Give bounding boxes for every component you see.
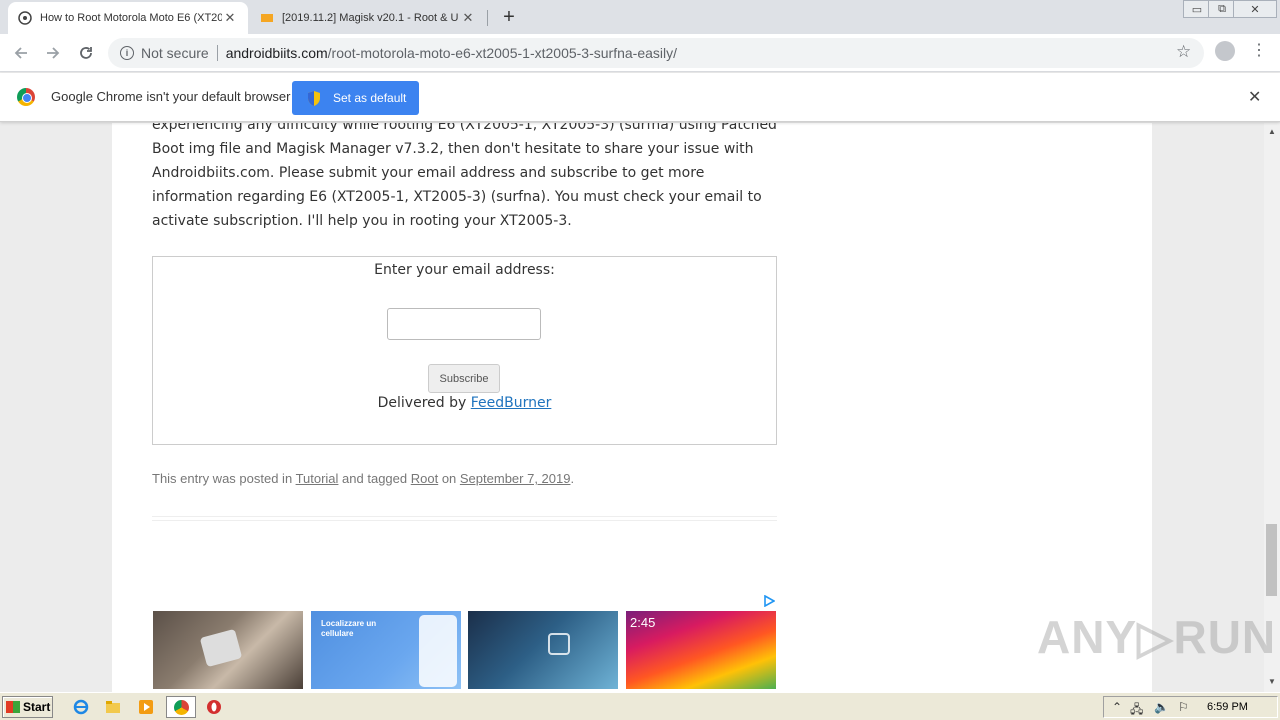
delivered-by-text: Delivered by [377, 395, 471, 411]
email-input[interactable] [387, 308, 541, 340]
address-separator [216, 45, 218, 61]
infobar-close-icon[interactable]: ✕ [1248, 87, 1261, 107]
anyrun-watermark: ANY▷RUN [1037, 611, 1277, 663]
forward-button[interactable] [42, 42, 64, 64]
security-status: Not secure [141, 45, 209, 61]
volume-icon[interactable]: 🔈 [1154, 700, 1169, 714]
delivered-by: Delivered by FeedBurner [153, 395, 776, 411]
xda-favicon-icon [261, 14, 273, 22]
article-paragraph: experiencing any difficulty while rootin… [152, 123, 777, 229]
email-subscribe-form: Enter your email address: Subscribe Deli… [152, 256, 777, 445]
tab-close-icon[interactable]: ✕ [222, 10, 238, 26]
restore-button[interactable]: ⧉ [1208, 0, 1236, 18]
tab-title: How to Root Motorola Moto E6 (XT20 [40, 12, 222, 24]
set-default-button[interactable]: Set as default [292, 81, 419, 115]
url-path: /root-motorola-moto-e6-xt2005-1-xt2005-3… [327, 45, 678, 61]
subscribe-button[interactable]: Subscribe [428, 364, 500, 393]
tab-title: [2019.11.2] Magisk v20.1 - Root & U [282, 12, 459, 24]
scrollbar-thumb[interactable] [1266, 524, 1277, 596]
meta-on: on [438, 471, 460, 486]
chrome-logo-icon [17, 88, 35, 106]
scroll-up-arrow-icon[interactable]: ▲ [1268, 127, 1276, 136]
divider [152, 520, 777, 521]
new-tab-button[interactable]: + [498, 6, 520, 29]
meta-prefix: This entry was posted in [152, 471, 296, 486]
meta-tagged: and tagged [338, 471, 411, 486]
taskbar-clock[interactable]: 6:59 PM [1207, 701, 1248, 713]
windows-taskbar: Start ⌃ 🖧 🔈 ⚐ 6:59 PM [0, 692, 1280, 720]
folder-icon[interactable] [105, 699, 121, 715]
tab-root-motorola[interactable]: How to Root Motorola Moto E6 (XT20 ✕ [8, 2, 248, 34]
meta-end: . [570, 471, 575, 486]
entry-meta: This entry was posted in Tutorial and ta… [152, 471, 574, 486]
page-scrollbar[interactable]: ▲ ▼ [1264, 123, 1280, 692]
windows-flag-icon [6, 701, 20, 713]
ad-phone-graphic [419, 615, 457, 687]
chrome-taskbar-button[interactable] [166, 696, 196, 718]
arrow-right-icon [47, 47, 60, 59]
address-bar[interactable]: i Not secure androidbiits.com /root-moto… [108, 38, 1204, 68]
chrome-icon [174, 700, 189, 715]
page-viewport: experiencing any difficulty while rootin… [0, 123, 1264, 692]
menu-kebab-icon[interactable]: ⋮ [1251, 40, 1267, 60]
opera-icon[interactable] [206, 699, 222, 715]
scroll-down-arrow-icon[interactable]: ▼ [1268, 677, 1276, 686]
uac-shield-icon [308, 90, 320, 106]
window-close-button[interactable]: ✕ [1233, 0, 1277, 18]
arrow-left-icon [14, 47, 27, 59]
default-browser-infobar: Google Chrome isn't your default browser… [0, 73, 1280, 122]
tab-separator [487, 10, 488, 26]
tab-close-icon[interactable]: ✕ [460, 10, 476, 26]
start-label: Start [23, 700, 51, 714]
category-link[interactable]: Tutorial [296, 471, 339, 486]
internet-explorer-icon[interactable] [73, 699, 89, 715]
start-button[interactable]: Start [2, 696, 53, 718]
date-link[interactable]: September 7, 2019 [460, 471, 571, 486]
ad-tablet[interactable]: 2:45 [626, 611, 776, 689]
tab-strip: How to Root Motorola Moto E6 (XT20 ✕ [20… [0, 0, 1280, 34]
network-icon[interactable]: 🖧 [1130, 700, 1143, 720]
ad-card-graphic [199, 628, 243, 668]
ad-locate-phone[interactable]: Localizzare un cellulare [311, 611, 461, 689]
profile-avatar[interactable] [1215, 41, 1235, 61]
tab-magisk[interactable]: [2019.11.2] Magisk v20.1 - Root & U ✕ [250, 2, 486, 34]
ad-headline: Localizzare un cellulare [321, 619, 377, 638]
minimize-button[interactable]: ▭ [1183, 0, 1211, 18]
tag-link[interactable]: Root [411, 471, 438, 486]
url-domain: androidbiits.com [225, 45, 328, 61]
infobar-message: Google Chrome isn't your default browser [51, 89, 291, 104]
email-label: Enter your email address: [374, 262, 555, 278]
action-center-flag-icon[interactable]: ⚐ [1178, 700, 1189, 714]
back-button[interactable] [10, 42, 32, 64]
set-default-label: Set as default [333, 91, 407, 105]
divider [152, 516, 777, 517]
media-player-icon[interactable] [138, 699, 154, 715]
reload-icon [80, 47, 92, 59]
browser-toolbar: i Not secure androidbiits.com /root-moto… [0, 34, 1280, 72]
page-favicon-icon [18, 11, 32, 25]
info-icon[interactable]: i [120, 46, 134, 60]
show-hidden-icons-chevron-icon[interactable]: ⌃ [1112, 700, 1122, 714]
system-tray: ⌃ 🖧 🔈 ⚐ [1103, 696, 1278, 718]
feedburner-link[interactable]: FeedBurner [471, 395, 552, 411]
ad-time-text: 2:45 [630, 615, 656, 630]
page-content: experiencing any difficulty while rootin… [112, 123, 1152, 692]
bookmark-star-icon[interactable]: ☆ [1176, 42, 1191, 62]
ad-security[interactable] [468, 611, 618, 689]
lock-icon [548, 633, 570, 655]
adchoices-icon[interactable] [763, 595, 775, 607]
ad-card-reader[interactable] [153, 611, 303, 689]
reload-button[interactable] [75, 42, 97, 64]
